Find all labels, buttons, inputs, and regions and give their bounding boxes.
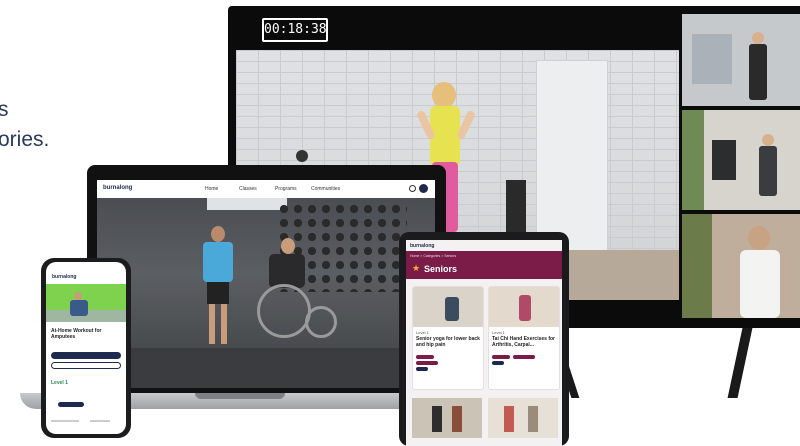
page-title: Seniors (424, 264, 458, 274)
workout-title: At-Home Workout for Amputees (51, 328, 102, 340)
breadcrumb[interactable]: Home > Categories > Seniors (410, 254, 456, 258)
participant-video-1[interactable] (682, 14, 800, 106)
tag-pill[interactable] (58, 402, 84, 407)
start-class-button[interactable] (51, 352, 121, 359)
hero-text-line1: s (0, 98, 9, 121)
class-card-thumbnail[interactable] (488, 398, 558, 438)
category-banner: Home > Categories > Seniors ★ Seniors (406, 251, 562, 279)
schedule-button[interactable] (51, 362, 121, 369)
phone-video[interactable] (46, 284, 126, 322)
phone-brand-logo[interactable]: burnalong (52, 274, 76, 280)
level-label: Level 1 (51, 380, 68, 386)
participant-video-2[interactable] (682, 110, 800, 210)
laptop-nav-communities[interactable]: Communities (311, 186, 340, 192)
phone-screen: burnalong At-Home Workout for Amputees L… (46, 262, 126, 434)
search-icon[interactable] (409, 185, 416, 192)
laptop-nav-home[interactable]: Home (205, 186, 218, 192)
laptop-screen: burnalong Home Classes Programs Communit… (97, 180, 435, 388)
laptop-nav-classes[interactable]: Classes (239, 186, 257, 192)
laptop-nav-programs[interactable]: Programs (275, 186, 297, 192)
laptop-video[interactable] (97, 198, 435, 388)
class-card[interactable]: Level 1 Senior yoga for lower back and h… (412, 286, 484, 390)
hero-text-line2: ories. (0, 128, 50, 151)
card-title: Tai Chi Hand Exercises for Arthritis, Ca… (492, 336, 555, 348)
card-level: Level 1 (416, 330, 429, 335)
session-timer: 00:18:38 (262, 18, 328, 42)
tablet-brand-logo[interactable]: burnalong (410, 243, 434, 249)
class-card[interactable]: Level 1 Tai Chi Hand Exercises for Arthr… (488, 286, 560, 390)
laptop-notch (195, 393, 285, 399)
card-title: Senior yoga for lower back and hip pain (416, 336, 480, 348)
seniors-icon: ★ (412, 263, 421, 273)
tablet-screen: burnalong Home > Categories > Seniors ★ … (406, 240, 562, 446)
laptop-brand-logo[interactable]: burnalong (103, 185, 132, 191)
participant-video-3[interactable] (682, 214, 800, 318)
avatar[interactable] (419, 184, 428, 193)
class-card-thumbnail[interactable] (412, 398, 482, 438)
card-level: Level 1 (492, 330, 505, 335)
tv-stand-right (727, 328, 753, 398)
